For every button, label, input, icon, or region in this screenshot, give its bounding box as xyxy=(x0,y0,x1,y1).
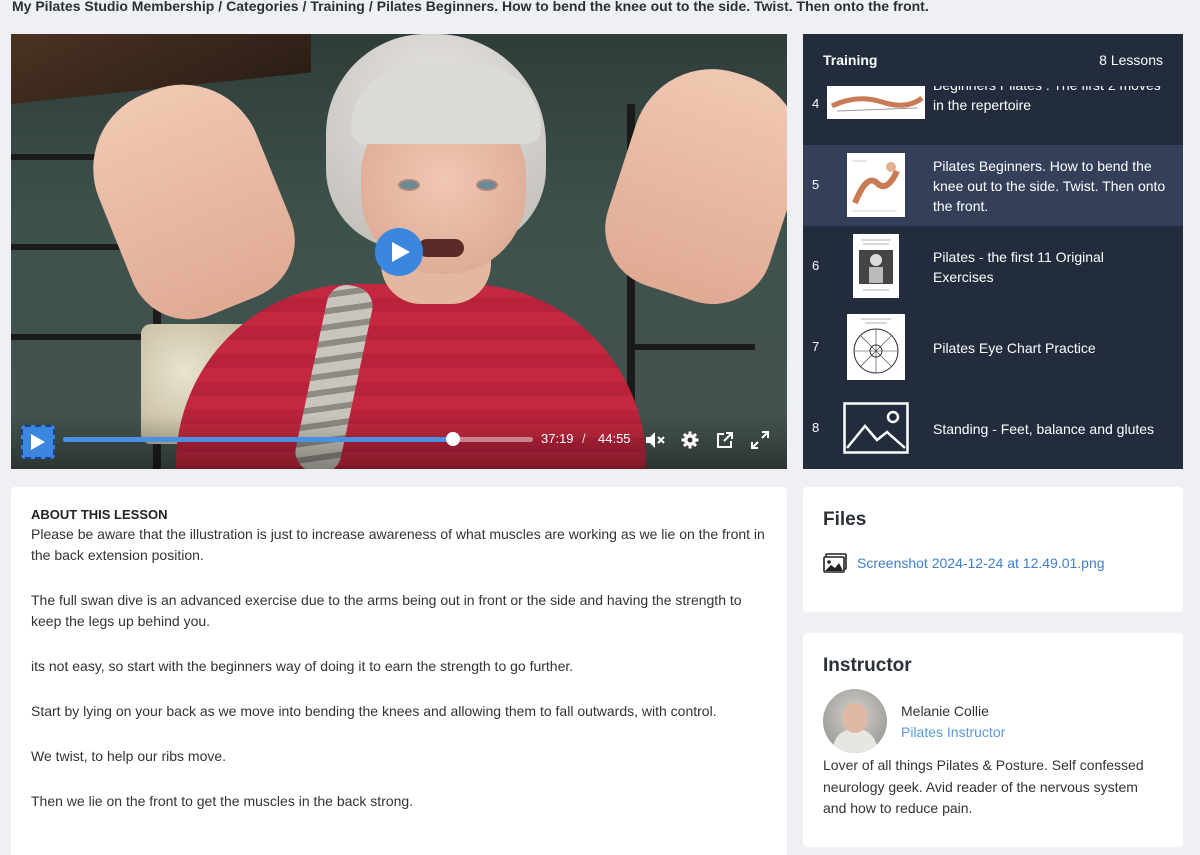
lesson-number: 6 xyxy=(812,258,820,273)
lesson-thumbnail xyxy=(827,86,925,119)
progress-fill xyxy=(63,437,454,442)
fullscreen-button[interactable] xyxy=(749,429,771,451)
lesson-title: Pilates - the first 11 Original Exercise… xyxy=(933,248,1104,285)
lesson-title: Pilates Beginners. How to bend the knee … xyxy=(933,158,1166,214)
video-player[interactable]: 37:19 / 44:55 xyxy=(11,34,787,469)
lesson-thumbnail xyxy=(847,153,905,217)
mute-icon xyxy=(646,432,665,448)
lesson-number: 5 xyxy=(812,177,820,192)
lesson-number: 7 xyxy=(812,339,820,354)
time-separator: / xyxy=(582,431,586,446)
instructor-name: Melanie Collie xyxy=(901,703,989,719)
lessons-count: 8 Lessons xyxy=(1099,52,1163,68)
lessons-title: Training xyxy=(823,52,878,68)
progress-thumb[interactable] xyxy=(446,432,461,446)
instructor-card: Instructor Melanie Collie Pilates Instru… xyxy=(803,633,1183,847)
about-heading: ABOUT THIS LESSON xyxy=(31,507,168,522)
popout-button[interactable] xyxy=(714,429,736,451)
lesson-item-5[interactable]: 5 Pilates Beginners. How to bend the kne… xyxy=(803,145,1183,226)
lesson-thumbnail xyxy=(847,314,905,380)
play-icon xyxy=(392,242,410,262)
play-icon xyxy=(31,434,45,450)
about-card: ABOUT THIS LESSON Please be aware that t… xyxy=(11,487,787,855)
instructor-role[interactable]: Pilates Instructor xyxy=(901,724,1005,740)
big-play-button[interactable] xyxy=(375,228,423,276)
progress-bar[interactable] xyxy=(63,432,533,446)
about-paragraph: its not easy, so start with the beginner… xyxy=(31,658,574,674)
breadcrumb-separator: / xyxy=(368,0,373,14)
breadcrumb-item-categories[interactable]: Categories xyxy=(226,0,298,14)
lesson-title: Pilates Eye Chart Practice xyxy=(933,339,1096,356)
breadcrumb-item-current-lesson: Pilates Beginners. How to bend the knee … xyxy=(376,0,929,14)
lesson-number: 4 xyxy=(812,96,820,111)
breadcrumb-item-membership[interactable]: My Pilates Studio Membership xyxy=(12,0,214,14)
current-time: 37:19 xyxy=(541,431,574,446)
lesson-thumbnail xyxy=(853,234,899,298)
lesson-item-8[interactable]: 8 Standing - Feet, balance and glutes xyxy=(803,388,1183,469)
popout-icon xyxy=(717,432,733,448)
file-link[interactable]: Screenshot 2024-12-24 at 12.49.01.png xyxy=(823,553,1163,573)
video-controls: 37:19 / 44:55 xyxy=(11,415,787,469)
breadcrumb-separator: / xyxy=(218,0,223,14)
lessons-panel: Training 8 Lessons 4 Beginners Pilates :… xyxy=(803,34,1183,469)
image-file-icon xyxy=(823,553,847,573)
image-placeholder-icon xyxy=(843,402,909,454)
lessons-header: Training 8 Lessons xyxy=(803,34,1183,86)
lesson-title: Standing - Feet, balance and glutes xyxy=(933,420,1155,437)
breadcrumb-item-training[interactable]: Training xyxy=(310,0,364,14)
lesson-item-7[interactable]: 7 Pilates Eye Chart Practice xyxy=(803,307,1183,388)
instructor-heading: Instructor xyxy=(823,655,912,676)
lesson-number: 8 xyxy=(812,420,820,435)
lesson-item-6[interactable]: 6 Pilates - the first 11 Original Exerci… xyxy=(803,226,1183,307)
about-paragraph: Start by lying on your back as we move i… xyxy=(31,703,717,719)
about-paragraph: Please be aware that the illustration is… xyxy=(31,526,765,563)
play-button[interactable] xyxy=(21,425,55,459)
duration: 44:55 xyxy=(598,431,631,446)
breadcrumb: My Pilates Studio Membership / Categories /… xyxy=(12,0,929,14)
file-name[interactable]: Screenshot 2024-12-24 at 12.49.01.png xyxy=(857,555,1105,571)
about-paragraph: Then we lie on the front to get the musc… xyxy=(31,793,414,809)
mute-button[interactable] xyxy=(644,429,666,451)
files-card: Files Screenshot 2024-12-24 at 12.49.01.… xyxy=(803,487,1183,612)
files-heading: Files xyxy=(823,509,867,530)
instructor-bio: Lover of all things Pilates & Posture. S… xyxy=(823,757,1144,816)
breadcrumb-separator: / xyxy=(302,0,307,14)
gear-icon xyxy=(681,431,699,449)
about-paragraph: We twist, to help our ribs move. xyxy=(31,748,227,764)
fullscreen-icon xyxy=(751,431,769,449)
avatar xyxy=(823,689,887,753)
settings-button[interactable] xyxy=(679,429,701,451)
about-paragraph: The full swan dive is an advanced exerci… xyxy=(31,592,742,629)
